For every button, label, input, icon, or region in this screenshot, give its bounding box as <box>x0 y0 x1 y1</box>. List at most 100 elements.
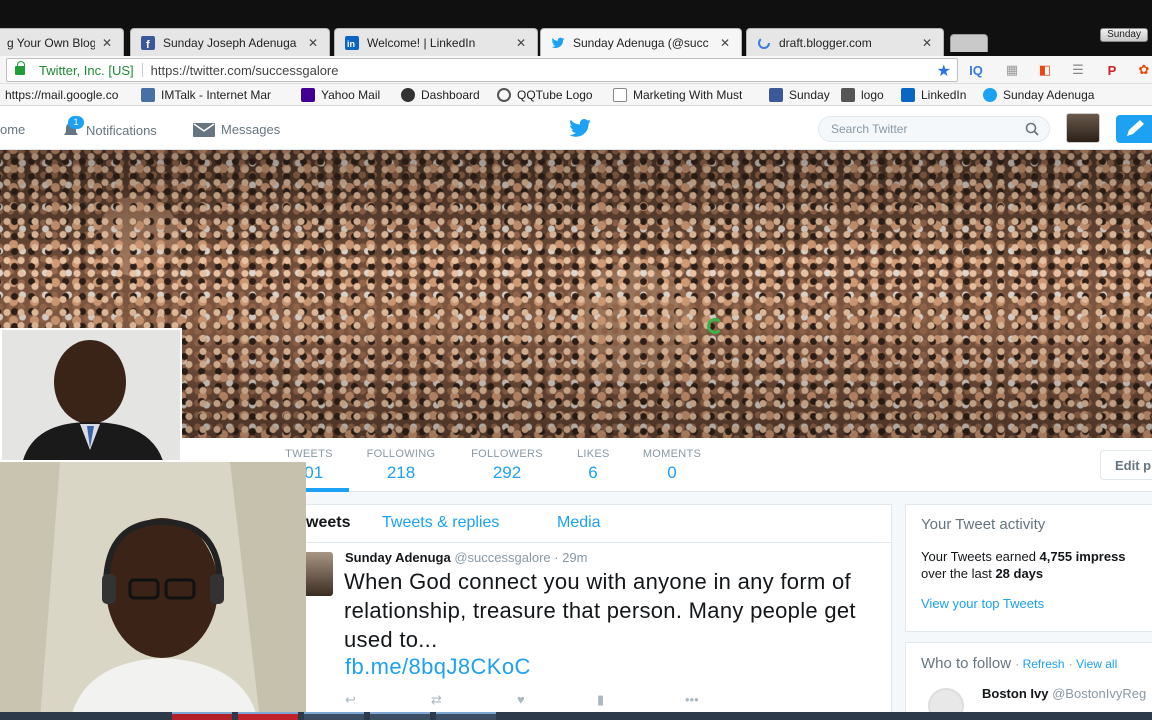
tab-title: draft.blogger.com <box>779 35 872 50</box>
search-icon[interactable] <box>1025 122 1039 136</box>
loading-icon <box>758 36 770 49</box>
twitter-icon <box>983 87 997 102</box>
loading-cursor-icon <box>707 318 723 334</box>
account-avatar[interactable] <box>1066 113 1100 143</box>
retweet-icon[interactable]: ⇄ <box>431 692 442 708</box>
tab-media[interactable]: Media <box>557 514 601 532</box>
tweet-meta: @successgalore · 29m <box>454 550 588 565</box>
nav-home-label: ome <box>0 122 26 137</box>
facebook-icon <box>769 87 783 102</box>
bookmark-item[interactable]: Yahoo Mail <box>296 87 396 102</box>
taskbar-app-icon[interactable] <box>238 712 298 720</box>
notifications-count-badge: 1 <box>68 116 84 129</box>
tweet-text: When God connect you with anyone in any … <box>344 569 856 652</box>
svg-text:f: f <box>146 39 150 50</box>
facebook-icon: f <box>141 35 155 50</box>
secure-origin-label: Twitter, Inc. [US] <box>39 62 134 78</box>
taskbar-app-icon[interactable] <box>172 712 232 720</box>
tweet-activity-title: Your Tweet activity <box>921 516 1046 533</box>
stat-moments[interactable]: MOMENTS 0 <box>642 448 702 483</box>
compose-tweet-button[interactable] <box>1116 115 1152 143</box>
taskbar-app-icon[interactable] <box>436 712 496 720</box>
close-icon[interactable]: ✕ <box>921 36 933 50</box>
tweet-avatar[interactable] <box>306 552 333 596</box>
search-icon <box>497 87 511 102</box>
linkedin-icon <box>901 87 915 102</box>
taskbar-app-icon[interactable] <box>370 712 430 720</box>
more-icon[interactable]: ••• <box>685 692 699 707</box>
tweet-activity-line2: over the last 28 days <box>921 566 1044 581</box>
tab-title: Sunday Joseph Adenuga <box>163 35 297 50</box>
tab-title: Sunday Adenuga (@succ <box>573 35 709 50</box>
like-icon[interactable]: ♥ <box>517 692 525 707</box>
extension-icon[interactable]: ☰ <box>1068 60 1088 80</box>
tab-twitter[interactable]: Sunday Adenuga (@succ ✕ <box>540 28 742 56</box>
profile-button[interactable]: Sunday <box>1100 28 1148 42</box>
close-icon[interactable]: ✕ <box>515 36 527 50</box>
bookmark-item[interactable]: QQTube Logo <box>492 87 608 102</box>
tab-title: g Your Own Blog <box>7 35 95 50</box>
twitter-bird-icon[interactable] <box>569 119 591 137</box>
tweet-link[interactable]: fb.me/8bqJ8CKoC <box>345 654 531 680</box>
address-bar[interactable]: Twitter, Inc. [US] https://twitter.com/s… <box>6 58 958 82</box>
nav-home[interactable]: ome <box>0 122 25 137</box>
analytics-icon[interactable]: ▮ <box>597 692 604 708</box>
linkedin-icon: in <box>345 35 359 50</box>
reply-icon[interactable]: ↩ <box>345 692 356 708</box>
extension-icon[interactable]: ▦ <box>1002 60 1022 80</box>
tab-title: Welcome! | LinkedIn <box>367 35 476 50</box>
bookmark-item[interactable]: Sunday <box>764 87 836 102</box>
stat-followers[interactable]: FOLLOWERS 292 <box>470 448 544 483</box>
close-icon[interactable]: ✕ <box>719 36 731 50</box>
stat-likes[interactable]: LIKES 6 <box>577 448 609 483</box>
iq-extension-icon[interactable]: IQ <box>966 60 986 80</box>
new-tab-button[interactable] <box>950 34 988 52</box>
dashboard-icon <box>401 87 415 102</box>
extension-icon[interactable]: ✿ <box>1134 60 1152 80</box>
bookmark-star-icon[interactable]: ★ <box>937 61 951 81</box>
edit-profile-button[interactable]: Edit p <box>1100 450 1152 480</box>
bookmarks-bar: https://mail.google.co IMTalk - Internet… <box>0 84 1152 106</box>
tweet-activity-line1: Your Tweets earned 4,755 impress <box>921 549 1126 564</box>
url-text[interactable]: https://twitter.com/successgalore <box>151 63 339 78</box>
bookmark-item[interactable]: IMTalk - Internet Mar <box>136 87 296 102</box>
view-all-link[interactable]: View all <box>1076 657 1117 671</box>
webcam-overlay-top <box>0 328 182 462</box>
page-icon <box>613 87 627 102</box>
tab-tweets[interactable]: weets <box>306 514 350 532</box>
nav-messages[interactable]: Messages <box>193 122 280 137</box>
search-input[interactable]: Search Twitter <box>818 116 1050 142</box>
tab-facebook[interactable]: f Sunday Joseph Adenuga ✕ <box>130 28 330 56</box>
bookmark-item[interactable]: logo <box>836 87 896 102</box>
pinterest-icon[interactable]: P <box>1102 60 1122 80</box>
who-to-follow-title: Who to follow · Refresh · View all <box>921 655 1118 672</box>
close-icon[interactable]: ✕ <box>101 36 113 50</box>
stat-following[interactable]: FOLLOWING 218 <box>365 448 437 483</box>
screen: g Your Own Blog ✕ f Sunday Joseph Adenug… <box>0 0 1152 720</box>
suggested-user[interactable]: Boston Ivy @BostonIvyReg <box>982 685 1146 702</box>
view-top-tweets-link[interactable]: View your top Tweets <box>921 596 1044 611</box>
close-icon[interactable]: ✕ <box>307 36 319 50</box>
tweet-header: Sunday Adenuga @successgalore · 29m <box>345 550 587 565</box>
search-placeholder: Search Twitter <box>831 122 908 136</box>
office-extension-icon[interactable]: ◧ <box>1035 60 1055 80</box>
taskbar-app-icon[interactable] <box>304 712 364 720</box>
divider <box>306 542 892 543</box>
compose-icon <box>1127 120 1144 136</box>
tab-tweets-replies[interactable]: Tweets & replies <box>382 514 499 532</box>
tweet-actions: ↩ ⇄ ♥ ▮ ••• <box>345 692 705 708</box>
suggested-user-handle: @BostonIvyReg <box>1052 686 1147 701</box>
tab-blogger-draft[interactable]: draft.blogger.com ✕ <box>746 28 944 56</box>
bookmark-item[interactable]: Sunday Adenuga <box>978 87 1102 102</box>
bookmark-item[interactable]: Dashboard <box>396 87 492 102</box>
refresh-link[interactable]: Refresh <box>1023 657 1065 671</box>
bookmark-item[interactable]: https://mail.google.co <box>0 88 136 102</box>
mail-icon <box>301 87 315 102</box>
image-icon <box>841 87 855 102</box>
envelope-icon <box>193 122 215 137</box>
bookmark-item[interactable]: Marketing With Must <box>608 87 764 102</box>
bookmark-item[interactable]: LinkedIn <box>896 87 978 102</box>
tweet-author-name[interactable]: Sunday Adenuga <box>345 550 451 565</box>
tab-blogger[interactable]: g Your Own Blog ✕ <box>0 28 124 56</box>
tab-linkedin[interactable]: in Welcome! | LinkedIn ✕ <box>334 28 538 56</box>
